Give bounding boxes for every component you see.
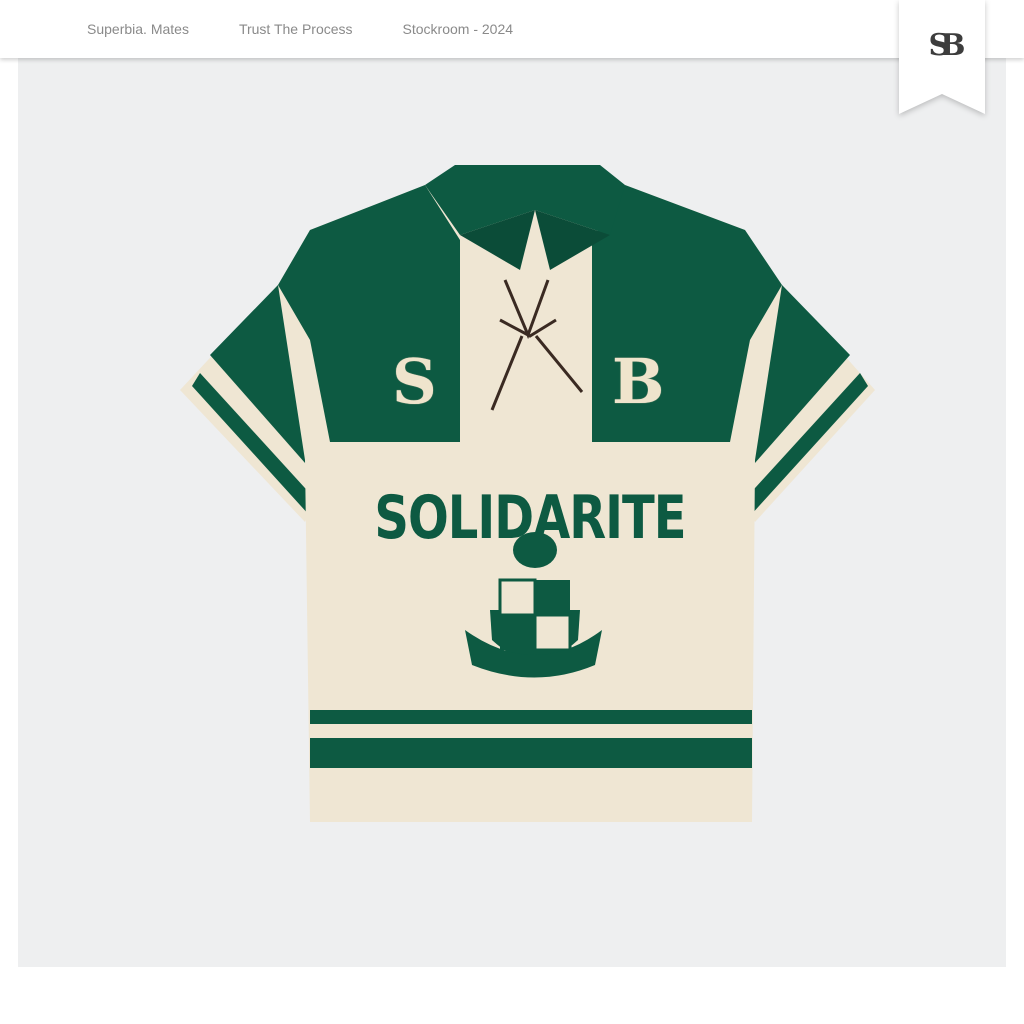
product-jersey-image: SOLIDARITE S B <box>170 160 890 840</box>
nav-links: Superbia. Mates Trust The Process Stockr… <box>87 21 513 37</box>
jersey-monogram-right: B <box>612 345 665 418</box>
nav-link-trust-the-process[interactable]: Trust The Process <box>239 21 353 37</box>
jersey-monogram-left: S <box>392 345 437 418</box>
nav-link-stockroom[interactable]: Stockroom - 2024 <box>403 21 514 37</box>
nav-link-superbia-mates[interactable]: Superbia. Mates <box>87 21 189 37</box>
brand-logo: SB <box>928 28 965 63</box>
brand-ribbon[interactable]: SB <box>899 0 985 114</box>
top-navigation-bar: Superbia. Mates Trust The Process Stockr… <box>0 0 1024 58</box>
jersey-chest-text: SOLIDARITE <box>374 483 686 553</box>
